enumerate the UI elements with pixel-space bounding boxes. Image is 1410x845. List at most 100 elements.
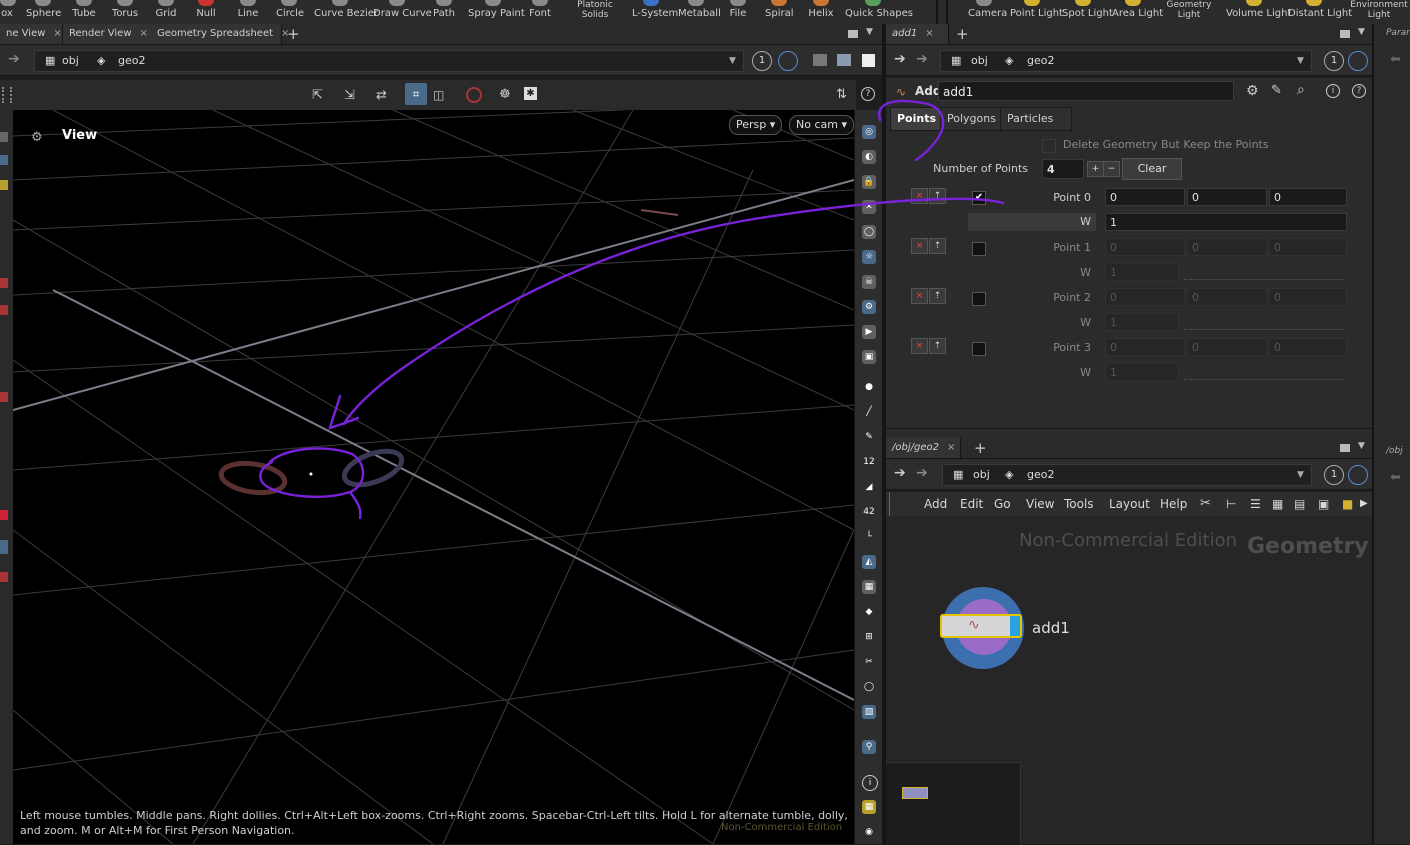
ghost-icon[interactable]: ◐ xyxy=(862,150,876,164)
view-tool-icon[interactable] xyxy=(0,540,8,554)
tab-scene-view[interactable]: ne View × xyxy=(0,24,63,44)
point-3-z-field[interactable]: 0 xyxy=(1269,338,1347,356)
breadcrumb-obj[interactable]: obj xyxy=(971,51,988,71)
shelf-tool-quick-shapes[interactable]: Quick Shapes xyxy=(845,0,913,24)
select-tool-icon[interactable] xyxy=(0,132,8,142)
breadcrumb-obj[interactable]: obj xyxy=(973,465,990,485)
shelf-tool-box[interactable]: ox xyxy=(0,0,16,24)
camera-menu[interactable]: No cam ▾ xyxy=(789,115,854,135)
lock-icon[interactable]: 🔒 xyxy=(862,175,876,189)
eye-icon[interactable]: ◉ xyxy=(862,825,876,839)
chevron-down-icon[interactable]: ▼ xyxy=(1358,27,1365,37)
shelf-tool-platonic-solids[interactable]: Platonic Solids xyxy=(572,0,618,24)
info-icon[interactable]: i xyxy=(862,775,878,791)
camera-view-icon[interactable]: ▶ xyxy=(862,325,876,339)
select-objects-icon[interactable]: ⌗ xyxy=(405,83,427,105)
point-3-x-field[interactable]: 0 xyxy=(1105,338,1185,356)
list-icon[interactable]: ☰ xyxy=(1250,492,1261,516)
point-3-y-field[interactable]: 0 xyxy=(1187,338,1267,356)
shelf-tool-camera[interactable]: Camera xyxy=(968,0,1007,24)
shelf-tool-l-system[interactable]: L-System xyxy=(632,0,678,24)
forward-icon[interactable]: ➔ xyxy=(8,51,20,67)
add-tab-button[interactable]: + xyxy=(287,24,300,44)
point-2-weight-field[interactable]: 1 xyxy=(1105,313,1179,331)
diamond-icon[interactable]: ◆ xyxy=(862,605,876,619)
help-icon[interactable]: ? xyxy=(861,87,875,101)
breadcrumb-geo2[interactable]: geo2 xyxy=(118,51,145,71)
point-0-x-field[interactable]: 0 xyxy=(1105,188,1185,206)
settings-gear-icon[interactable]: ✱ xyxy=(524,87,537,100)
point-2-z-field[interactable]: 0 xyxy=(1269,288,1347,306)
shelf-tool-torus[interactable]: Torus xyxy=(110,0,140,24)
tab-parameters[interactable]: Paran xyxy=(1386,28,1410,38)
tab-points[interactable]: Points xyxy=(890,107,946,131)
pin-icon[interactable]: ⚲ xyxy=(862,740,876,754)
shelf-tool-sphere[interactable]: Sphere xyxy=(26,0,61,24)
line-display-icon[interactable]: ╱ xyxy=(862,405,876,419)
tab-particles[interactable]: Particles xyxy=(1000,107,1072,131)
menu-tools[interactable]: Tools xyxy=(1064,492,1094,516)
breadcrumb-obj[interactable]: obj xyxy=(62,51,79,71)
grid-icon[interactable]: ▦ xyxy=(1272,492,1283,516)
shelf-tool-environment-light[interactable]: Environment Light xyxy=(1350,0,1408,24)
link-icon[interactable] xyxy=(1348,51,1368,71)
point-3-weight-field[interactable]: 1 xyxy=(1105,363,1179,381)
image-icon[interactable]: ▣ xyxy=(1318,492,1329,516)
shelf-tool-point-light[interactable]: Point Light xyxy=(1010,0,1063,24)
close-icon[interactable]: × xyxy=(947,442,955,453)
wireframe-icon[interactable]: ◯ xyxy=(862,225,876,239)
snap-icon[interactable]: ☸ xyxy=(499,87,511,102)
shelf-tool-path[interactable]: Path xyxy=(432,0,456,24)
shaded-icon[interactable]: ☼ xyxy=(862,250,876,264)
menu-view[interactable]: View xyxy=(1026,492,1054,516)
shelf-tool-spiral[interactable]: Spiral xyxy=(765,0,794,24)
handle-tool-icon[interactable] xyxy=(0,180,8,190)
tab-render-view[interactable]: Render View × xyxy=(63,24,152,44)
path-field[interactable]: ▦ obj ◈ geo2 ▼ xyxy=(940,50,1312,72)
record-tool-icon[interactable] xyxy=(0,510,8,520)
pane-menu-icon[interactable] xyxy=(1340,30,1350,38)
normals-icon[interactable]: ⚙ xyxy=(862,300,876,314)
persp-menu[interactable]: Persp ▾ xyxy=(729,115,783,135)
overflow-arrow-icon[interactable]: ▶ xyxy=(1360,492,1368,516)
close-icon[interactable]: × xyxy=(53,28,61,39)
shelf-tool-null[interactable]: Null xyxy=(194,0,218,24)
point-1-y-field[interactable]: 0 xyxy=(1187,238,1267,256)
shelf-tool-grid[interactable]: Grid xyxy=(154,0,178,24)
info-icon[interactable]: i xyxy=(1326,84,1340,98)
chevron-down-icon[interactable]: ▼ xyxy=(1297,465,1304,485)
select-points-icon[interactable]: ⇲ xyxy=(344,88,355,103)
pin-badge[interactable]: 1 xyxy=(1324,51,1344,71)
delete-point-3-button[interactable]: × xyxy=(911,338,928,354)
shelf-tool-file[interactable]: File xyxy=(728,0,748,24)
sculpt-tool-icon[interactable] xyxy=(0,392,8,402)
point-2-weight-slider[interactable] xyxy=(1184,313,1344,330)
point-display-icon[interactable]: ● xyxy=(862,380,876,394)
number-of-points-field[interactable]: 4 xyxy=(1042,159,1084,179)
tab-obj[interactable]: /obj xyxy=(1386,446,1403,456)
stop-icon[interactable] xyxy=(466,87,482,103)
shelf-tool-line[interactable]: Line xyxy=(236,0,260,24)
point-1-weight-slider[interactable] xyxy=(1184,263,1344,280)
menu-go[interactable]: Go xyxy=(994,492,1011,516)
node-name-field[interactable]: add1 xyxy=(938,81,1234,101)
shelf-tool-font[interactable]: Font xyxy=(528,0,552,24)
layout-icon[interactable]: ▦ xyxy=(862,800,876,814)
brush-icon[interactable]: ✎ xyxy=(1271,83,1282,98)
shelf-tool-geometry-light[interactable]: Geometry Light xyxy=(1166,0,1212,24)
point-numbers-icon[interactable]: 12 xyxy=(862,455,876,469)
drag-handle-icon[interactable] xyxy=(889,492,896,516)
point-0-y-field[interactable]: 0 xyxy=(1187,188,1267,206)
shelf-tool-metaball[interactable]: Metaball xyxy=(678,0,721,24)
back-icon[interactable]: ⬅ xyxy=(1390,52,1401,67)
corner-icon[interactable]: └ xyxy=(862,530,876,544)
brush-icon[interactable]: ◢ xyxy=(862,480,876,494)
add-point-button[interactable]: + xyxy=(1087,161,1104,177)
paint-tool-icon[interactable] xyxy=(0,305,8,315)
background-icon[interactable]: ✕ xyxy=(862,200,876,214)
point-1-z-field[interactable]: 0 xyxy=(1269,238,1347,256)
shelf-tool-spray-paint[interactable]: Spray Paint xyxy=(468,0,525,24)
insert-point-1-button[interactable]: ⇡ xyxy=(929,238,946,254)
menu-help[interactable]: Help xyxy=(1160,492,1187,516)
pane-menu-icon[interactable] xyxy=(1340,444,1350,452)
